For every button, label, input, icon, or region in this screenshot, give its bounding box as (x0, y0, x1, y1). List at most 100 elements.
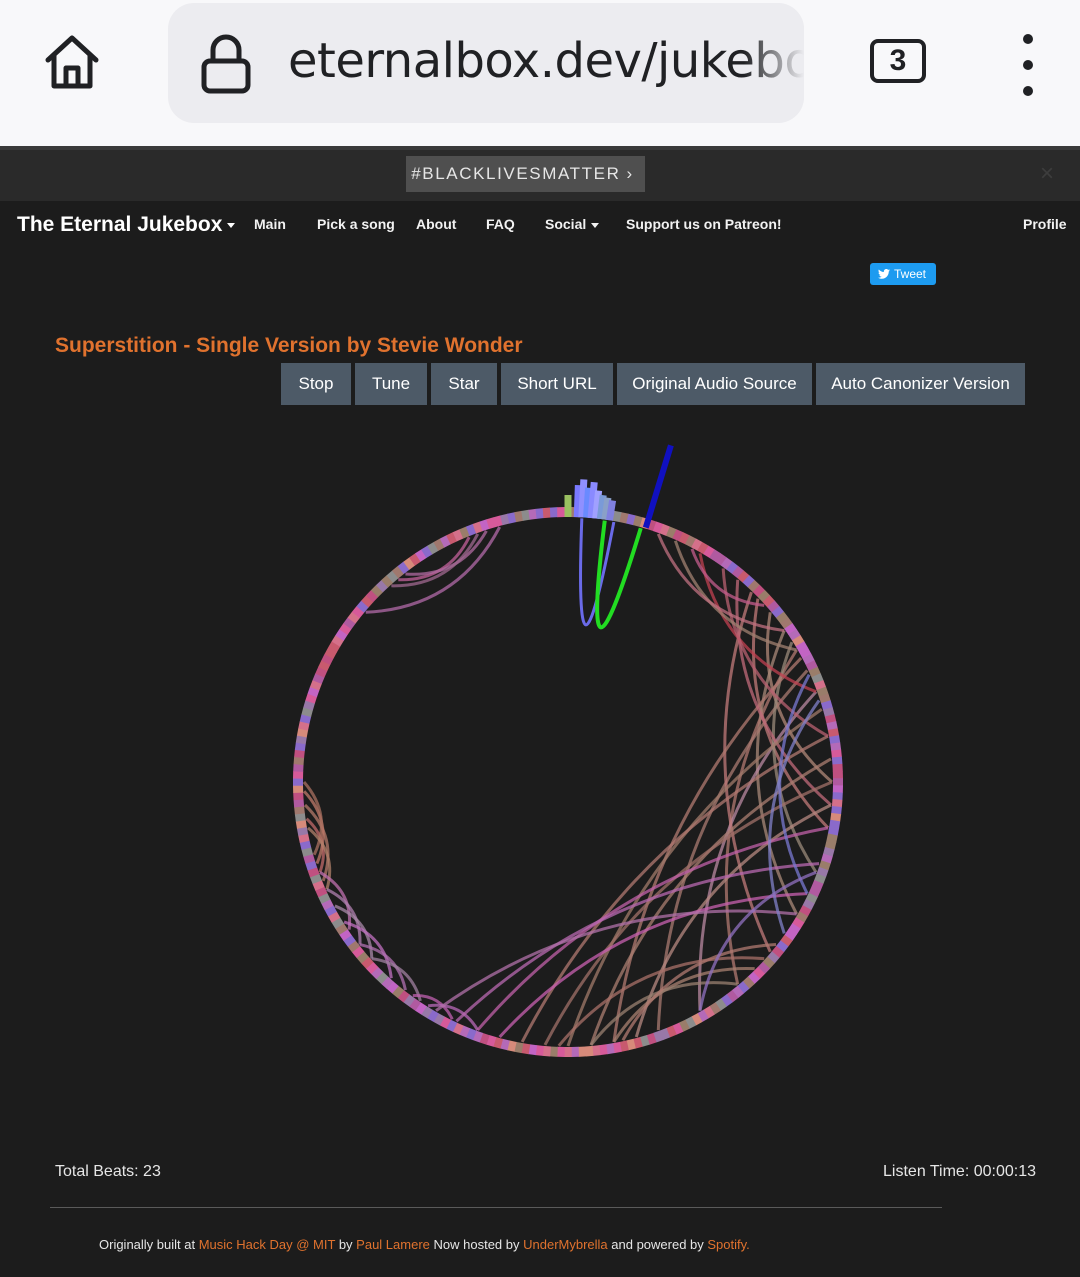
beat-segment[interactable] (831, 805, 842, 815)
nav-profile[interactable]: Profile (1023, 216, 1067, 232)
beat-segment[interactable] (427, 1009, 439, 1023)
beat-segment[interactable] (715, 998, 727, 1011)
beat-segment[interactable] (493, 1036, 504, 1049)
beat-segment[interactable] (703, 1005, 715, 1019)
beat-segment[interactable] (452, 529, 464, 542)
played-beat[interactable] (605, 499, 617, 521)
beat-segment[interactable] (409, 998, 421, 1011)
jukebox-visualization[interactable] (260, 430, 880, 1080)
beat-segment[interactable] (521, 1043, 531, 1055)
beat-segment[interactable] (829, 735, 841, 745)
beat-segment[interactable] (296, 826, 309, 836)
beat-segment[interactable] (305, 860, 318, 871)
beat-segment[interactable] (672, 529, 684, 542)
paul-lamere-link[interactable]: Paul Lamere (356, 1237, 430, 1252)
beat-segment[interactable] (822, 846, 835, 857)
nav-main[interactable]: Main (254, 216, 286, 232)
beat-segment[interactable] (829, 819, 841, 829)
beat-segment[interactable] (826, 833, 838, 843)
beat-segment[interactable] (294, 749, 305, 759)
beat-segment[interactable] (521, 509, 531, 521)
beat-segment[interactable] (827, 728, 840, 738)
beat-segment[interactable] (591, 1045, 601, 1056)
beat-segment[interactable] (303, 700, 315, 711)
beat-segment[interactable] (439, 535, 452, 548)
beat-segment[interactable] (514, 510, 524, 523)
beat-segment[interactable] (818, 860, 831, 871)
beat-segment[interactable] (831, 756, 843, 765)
beat-segment[interactable] (514, 1041, 524, 1054)
beat-segment[interactable] (479, 519, 490, 532)
beat-segment[interactable] (296, 728, 309, 738)
short-url-button[interactable]: Short URL (501, 363, 613, 405)
beat-segment[interactable] (343, 934, 356, 947)
more-vert-icon[interactable] (1014, 34, 1042, 96)
home-icon[interactable] (40, 30, 104, 94)
beat-segment[interactable] (500, 513, 510, 526)
beat-segment[interactable] (814, 679, 827, 691)
beat-segment[interactable] (720, 994, 733, 1007)
beat-segment[interactable] (799, 905, 812, 917)
tweet-button[interactable]: Tweet (870, 263, 936, 285)
beat-segment[interactable] (784, 929, 797, 941)
beat-segment[interactable] (831, 799, 843, 808)
beat-segment[interactable] (830, 812, 842, 822)
beat-segment[interactable] (788, 923, 801, 935)
beat-segment[interactable] (465, 523, 477, 536)
beat-segment[interactable] (293, 792, 304, 801)
beat-segment[interactable] (459, 526, 471, 539)
beat-segment[interactable] (472, 521, 484, 534)
beat-segment[interactable] (612, 1041, 622, 1054)
beat-segment[interactable] (318, 892, 331, 904)
beat-segment[interactable] (684, 535, 697, 548)
beat-segment[interactable] (439, 1016, 452, 1029)
beat-segment[interactable] (298, 721, 310, 731)
beat-segment[interactable] (830, 742, 842, 752)
beat-segment[interactable] (427, 541, 439, 555)
beat-segment[interactable] (321, 653, 334, 666)
beat-segment[interactable] (824, 840, 837, 850)
beat-segment[interactable] (542, 1045, 551, 1057)
beat-segment[interactable] (307, 866, 320, 878)
beat-segment[interactable] (816, 686, 829, 698)
spotify-link[interactable]: Spotify. (707, 1237, 749, 1252)
beat-segment[interactable] (293, 763, 304, 772)
beat-segment[interactable] (802, 653, 815, 666)
beat-segment[interactable] (703, 545, 715, 559)
beat-segment[interactable] (472, 1030, 484, 1043)
nav-pick-a-song[interactable]: Pick a song (317, 216, 395, 232)
beat-segment[interactable] (312, 879, 325, 891)
close-icon[interactable]: × (1040, 162, 1054, 186)
beat-segment[interactable] (598, 1044, 608, 1056)
beat-segment[interactable] (665, 526, 677, 539)
beat-segment[interactable] (821, 853, 833, 864)
nav-brand[interactable]: The Eternal Jukebox (17, 213, 236, 237)
beat-segment[interactable] (646, 1032, 657, 1045)
beat-segment[interactable] (299, 840, 312, 850)
played-beat[interactable] (573, 485, 582, 518)
stop-button[interactable]: Stop (281, 363, 351, 405)
beat-segment[interactable] (301, 707, 314, 718)
undermybrella-link[interactable]: UnderMybrella (523, 1237, 608, 1252)
beat-segment[interactable] (791, 635, 805, 647)
beat-segment[interactable] (331, 917, 345, 929)
beat-segment[interactable] (678, 532, 690, 545)
beat-segment[interactable] (415, 549, 427, 562)
beat-segment[interactable] (479, 1032, 490, 1045)
beat-segment[interactable] (542, 507, 551, 519)
beat-segment[interactable] (697, 1009, 709, 1023)
beat-segment[interactable] (293, 756, 305, 765)
beat-segment[interactable] (672, 1022, 684, 1035)
beat-segment[interactable] (339, 623, 352, 635)
beat-segment[interactable] (507, 512, 517, 524)
beat-segment[interactable] (585, 1045, 594, 1057)
beat-segment[interactable] (452, 1022, 464, 1035)
beat-segment[interactable] (535, 508, 545, 519)
beat-segment[interactable] (578, 1046, 587, 1057)
beat-segment[interactable] (528, 1044, 538, 1056)
beat-segment[interactable] (309, 679, 322, 691)
beat-segment[interactable] (486, 1035, 497, 1047)
music-hack-day-link[interactable]: Music Hack Day @ MIT (199, 1237, 335, 1252)
beat-segment[interactable] (780, 617, 793, 630)
beat-segment[interactable] (808, 886, 821, 898)
